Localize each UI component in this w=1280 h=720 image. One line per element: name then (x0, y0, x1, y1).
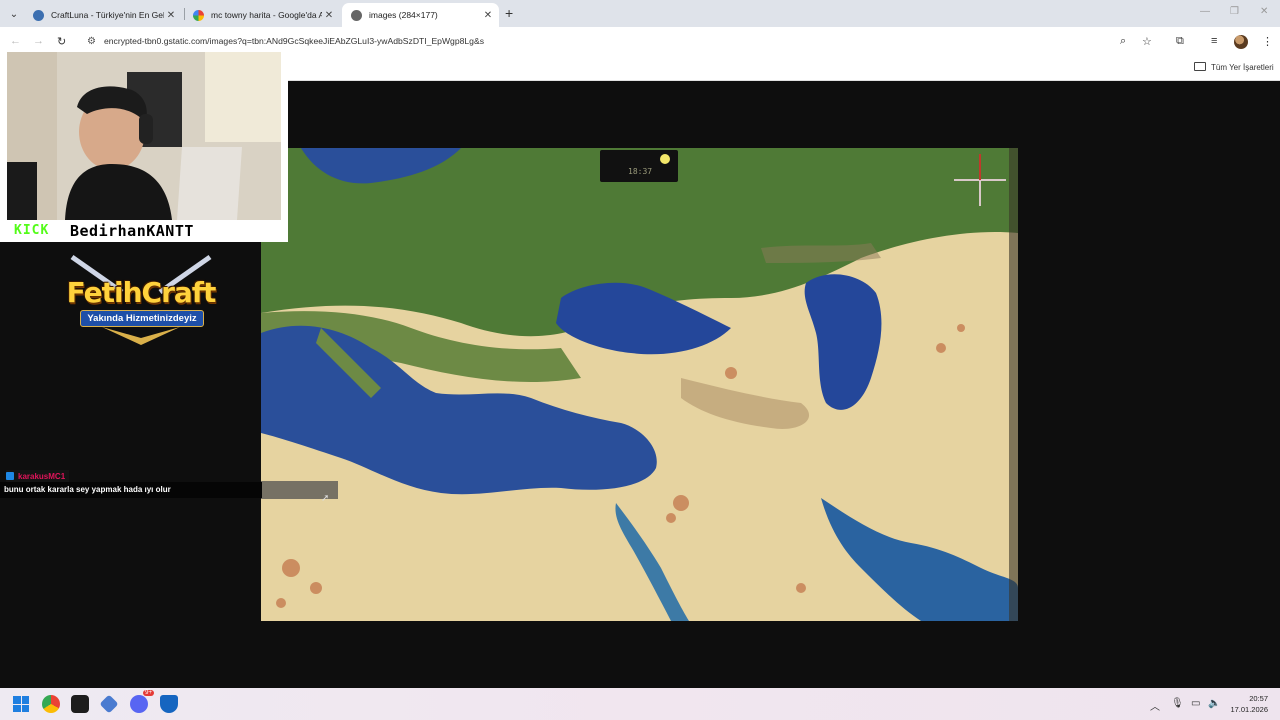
webcam-scene (7, 52, 281, 220)
taskbar-clock[interactable]: 20:57 17.01.2026 (1222, 693, 1268, 715)
url-text: encrypted-tbn0.gstatic.com/images?q=tbn:… (104, 36, 484, 46)
maximize-button[interactable]: ❐ (1230, 6, 1239, 17)
discord-badge: 9+ (143, 690, 154, 696)
fetihcraft-logo: FetihCraft Yakında Hizmetinizdeyiz (62, 252, 220, 348)
profile-avatar[interactable] (1234, 35, 1248, 49)
minimize-button[interactable]: — (1200, 6, 1210, 17)
map-image (261, 148, 1018, 621)
mouse-cursor-icon: ➚ (321, 493, 330, 504)
tab-search-button[interactable]: ⌄ (6, 6, 22, 22)
volume-icon[interactable]: 🔈 (1208, 698, 1220, 709)
folder-icon (1194, 62, 1206, 71)
map-time-text: 18:37 (628, 167, 653, 176)
webcam-video (7, 52, 281, 220)
window-close-button[interactable]: ✕ (1260, 6, 1268, 17)
new-tab-button[interactable]: + (505, 5, 513, 21)
media-control-icon[interactable]: ≡ (1211, 35, 1217, 47)
network-icon[interactable]: ▭ (1191, 698, 1200, 709)
tray-chevron-icon[interactable]: ︿ (1150, 698, 1160, 713)
chat-username-row: karakusMC1 (6, 470, 70, 482)
microphone-icon[interactable]: 🎙 (1171, 698, 1184, 709)
extensions-icon[interactable]: ⧉ (1176, 35, 1184, 48)
logo-subtitle: Yakında Hizmetinizdeyiz (80, 310, 204, 327)
tab-images[interactable]: images (284×177) ✕ (342, 3, 499, 27)
tab-craftluna[interactable]: CraftLuna - Türkiye'nin En Geliş ✕ (24, 3, 182, 27)
sun-icon (660, 154, 670, 164)
zoom-icon[interactable]: ⌕ (1120, 35, 1126, 48)
streamer-name: BedirhanKANTT (70, 222, 194, 240)
discord-icon[interactable]: 9+ (130, 690, 154, 713)
tab-google-search[interactable]: mc towny harita - Google'da Ar ✕ (184, 3, 340, 27)
chat-username: karakusMC1 (18, 471, 66, 481)
map-time-widget: 18:37 (600, 150, 678, 182)
chrome-icon[interactable] (42, 695, 60, 713)
windows-taskbar: 9+ ︿ 🎙 ▭ 🔈 20:57 17.01.2026 (0, 688, 1280, 720)
chat-badge-icon (6, 472, 14, 480)
close-icon[interactable]: ✕ (164, 10, 178, 21)
chat-message: bunu ortak kararla sey yapmak hada ıyı o… (0, 482, 262, 498)
all-bookmarks-folder[interactable]: Tüm Yer İşaretleri (1194, 62, 1274, 72)
tab-title: images (284×177) (369, 10, 438, 20)
tab-title: mc towny harita - Google'da Ar (211, 10, 322, 20)
star-icon[interactable]: ☆ (1142, 35, 1152, 48)
compass-icon (954, 154, 1006, 206)
diamond-app-icon[interactable] (99, 694, 119, 714)
platform-label: KICK (14, 223, 50, 238)
tab-title: CraftLuna - Türkiye'nin En Geliş (51, 10, 164, 20)
globe-icon (33, 9, 44, 21)
menu-icon[interactable]: ⋮ (1262, 35, 1273, 48)
logo-title: FetihCraft (66, 276, 217, 309)
shield-icon[interactable] (160, 695, 178, 713)
streamer-label-bar: KICK BedirhanKANTT (0, 221, 288, 242)
windows-start-icon[interactable] (13, 696, 29, 712)
clock-time: 20:57 (1249, 694, 1268, 703)
google-icon (193, 9, 204, 21)
globe-icon (351, 9, 362, 21)
clock-date: 17.01.2026 (1230, 705, 1268, 714)
close-icon[interactable]: ✕ (322, 10, 336, 21)
bookmarks-folder-label: Tüm Yer İşaretleri (1211, 63, 1274, 72)
tab-strip: ⌄ CraftLuna - Türkiye'nin En Geliş ✕ mc … (0, 0, 1280, 27)
webcam-overlay: KICK BedirhanKANTT (0, 46, 288, 242)
close-icon[interactable]: ✕ (481, 10, 495, 21)
map-terrain (261, 148, 1018, 621)
terminal-app-icon[interactable] (71, 695, 89, 713)
